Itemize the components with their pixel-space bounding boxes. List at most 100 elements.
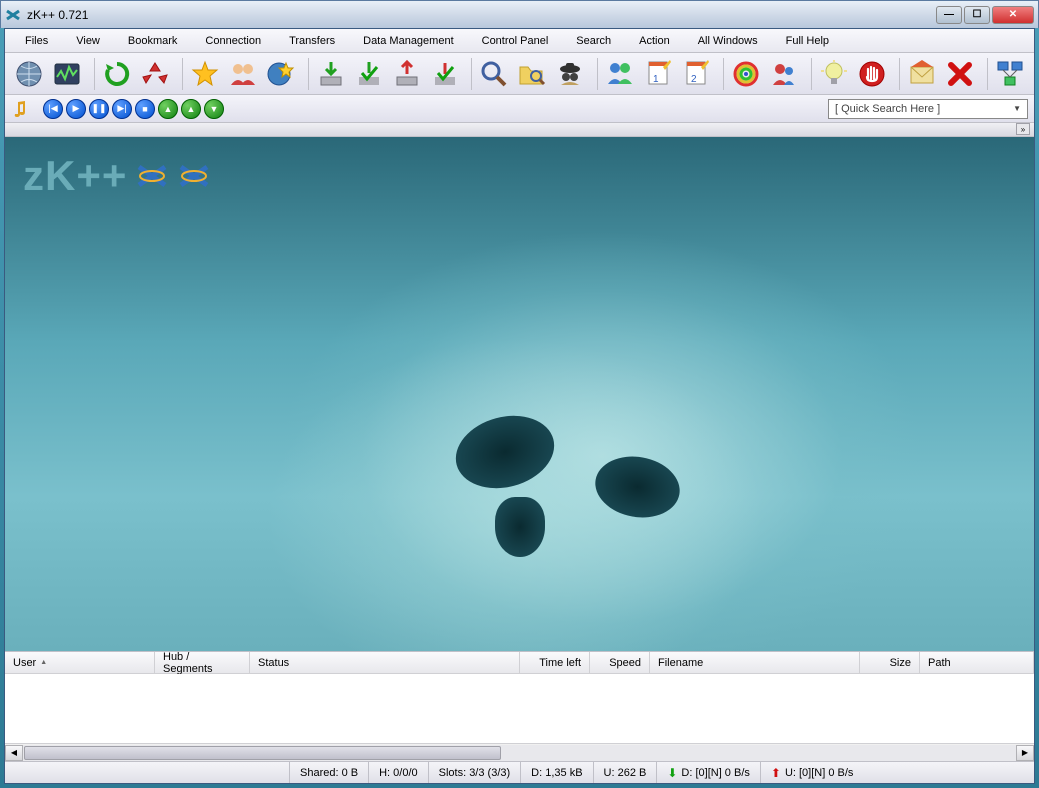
logo-mark2-icon: [177, 161, 211, 191]
status-dspeed: ⬇D: [0][N] 0 B/s: [656, 762, 760, 783]
world-star-button[interactable]: [263, 56, 299, 92]
netstat-button[interactable]: [49, 56, 85, 92]
delete-button[interactable]: [942, 56, 978, 92]
menu-files[interactable]: Files: [11, 29, 62, 52]
horizontal-scrollbar[interactable]: ◀ ▶: [5, 743, 1034, 761]
users-icon: [228, 59, 258, 89]
window-controls: — ☐ ✕: [936, 6, 1034, 24]
spy-button[interactable]: [552, 56, 588, 92]
notepad2-icon: 2: [681, 59, 711, 89]
favorite-button[interactable]: [187, 56, 223, 92]
rainbow-circle-icon: [731, 59, 761, 89]
menu-search[interactable]: Search: [562, 29, 625, 52]
logo-text: zK++: [23, 152, 127, 200]
media-up2-button[interactable]: ▲: [181, 99, 201, 119]
download-icon: [316, 59, 346, 89]
spy-icon: [555, 59, 585, 89]
scroll-right-button[interactable]: ▶: [1016, 745, 1034, 761]
col-timeleft[interactable]: Time left: [520, 652, 590, 673]
upload-icon: [392, 59, 422, 89]
col-speed[interactable]: Speed: [590, 652, 650, 673]
download-ok-icon: [354, 59, 384, 89]
transfers-panel: User▲ Hub / Segments Status Time left Sp…: [5, 651, 1034, 761]
menu-view[interactable]: View: [62, 29, 114, 52]
col-user[interactable]: User▲: [5, 652, 155, 673]
sort-asc-icon: ▲: [40, 659, 47, 666]
search-dropdown-icon[interactable]: ▼: [1013, 104, 1021, 113]
arrow-up-icon: ⬆: [771, 766, 781, 780]
window-body: Files View Bookmark Connection Transfers…: [4, 28, 1035, 784]
search-icon: [479, 59, 509, 89]
menu-control-panel[interactable]: Control Panel: [468, 29, 563, 52]
menu-action[interactable]: Action: [625, 29, 684, 52]
status-h: H: 0/0/0: [368, 762, 428, 783]
maximize-button[interactable]: ☐: [964, 6, 990, 24]
refresh-button[interactable]: [99, 56, 135, 92]
globe-button[interactable]: [11, 56, 47, 92]
media-prev-button[interactable]: |◀: [43, 99, 63, 119]
users-button[interactable]: [225, 56, 261, 92]
world-star-icon: [266, 59, 296, 89]
download-ok-button[interactable]: [351, 56, 387, 92]
menu-transfers[interactable]: Transfers: [275, 29, 349, 52]
delete-x-icon: [945, 59, 975, 89]
lightbulb-button[interactable]: [816, 56, 852, 92]
col-filename[interactable]: Filename: [650, 652, 860, 673]
media-next-button[interactable]: ▶|: [112, 99, 132, 119]
transfers-body[interactable]: [5, 674, 1034, 743]
menu-bookmark[interactable]: Bookmark: [114, 29, 192, 52]
media-stop-button[interactable]: ■: [135, 99, 155, 119]
status-uspeed: ⬆U: [0][N] 0 B/s: [760, 762, 864, 783]
upload-ok-button[interactable]: [427, 56, 463, 92]
media-play-button[interactable]: ▶: [66, 99, 86, 119]
notepad2-button[interactable]: 2: [678, 56, 714, 92]
search-folder-icon: [517, 59, 547, 89]
search-folder-button[interactable]: [514, 56, 550, 92]
stop-button[interactable]: [854, 56, 890, 92]
quick-search-input[interactable]: [ Quick Search Here ] ▼: [828, 99, 1028, 119]
app-logo: zK++: [23, 152, 211, 200]
search-button[interactable]: [476, 56, 512, 92]
app-icon: [5, 7, 21, 23]
menu-all-windows[interactable]: All Windows: [684, 29, 772, 52]
col-path[interactable]: Path: [920, 652, 1034, 673]
col-hub[interactable]: Hub / Segments: [155, 652, 250, 673]
minimize-button[interactable]: —: [936, 6, 962, 24]
users-group-button[interactable]: [602, 56, 638, 92]
rainbow-button[interactable]: [728, 56, 764, 92]
scroll-left-button[interactable]: ◀: [5, 745, 23, 761]
notepad1-button[interactable]: 1: [640, 56, 676, 92]
recycle-button[interactable]: [137, 56, 173, 92]
main-content-area: zK++: [5, 137, 1034, 651]
col-status[interactable]: Status: [250, 652, 520, 673]
mail-button[interactable]: [904, 56, 940, 92]
scroll-thumb[interactable]: [24, 746, 501, 760]
media-pause-button[interactable]: ❚❚: [89, 99, 109, 119]
menu-full-help[interactable]: Full Help: [772, 29, 843, 52]
media-down-button[interactable]: ▼: [204, 99, 224, 119]
media-up1-button[interactable]: ▲: [158, 99, 178, 119]
upload-button[interactable]: [389, 56, 425, 92]
music-note-icon: [11, 100, 29, 118]
stop-hand-icon: [857, 59, 887, 89]
main-toolbar: 1 2: [5, 53, 1034, 95]
menu-connection[interactable]: Connection: [191, 29, 275, 52]
star-icon: [190, 59, 220, 89]
download-button[interactable]: [313, 56, 349, 92]
arrow-down-icon: ⬇: [667, 766, 677, 780]
upload-ok-icon: [430, 59, 460, 89]
user-pair-button[interactable]: [766, 56, 802, 92]
menu-data-management[interactable]: Data Management: [349, 29, 468, 52]
refresh-icon: [102, 59, 132, 89]
logo-mark1-icon: [135, 161, 169, 191]
netmap-button[interactable]: [992, 56, 1028, 92]
expand-panel-button[interactable]: »: [1016, 123, 1030, 135]
scroll-track[interactable]: [23, 745, 1016, 761]
status-shared: Shared: 0 B: [289, 762, 368, 783]
svg-text:2: 2: [691, 74, 697, 85]
status-u: U: 262 B: [593, 762, 657, 783]
window-title: zK++ 0.721: [27, 8, 936, 22]
col-size[interactable]: Size: [860, 652, 920, 673]
status-d: D: 1,35 kB: [520, 762, 592, 783]
close-button[interactable]: ✕: [992, 6, 1034, 24]
